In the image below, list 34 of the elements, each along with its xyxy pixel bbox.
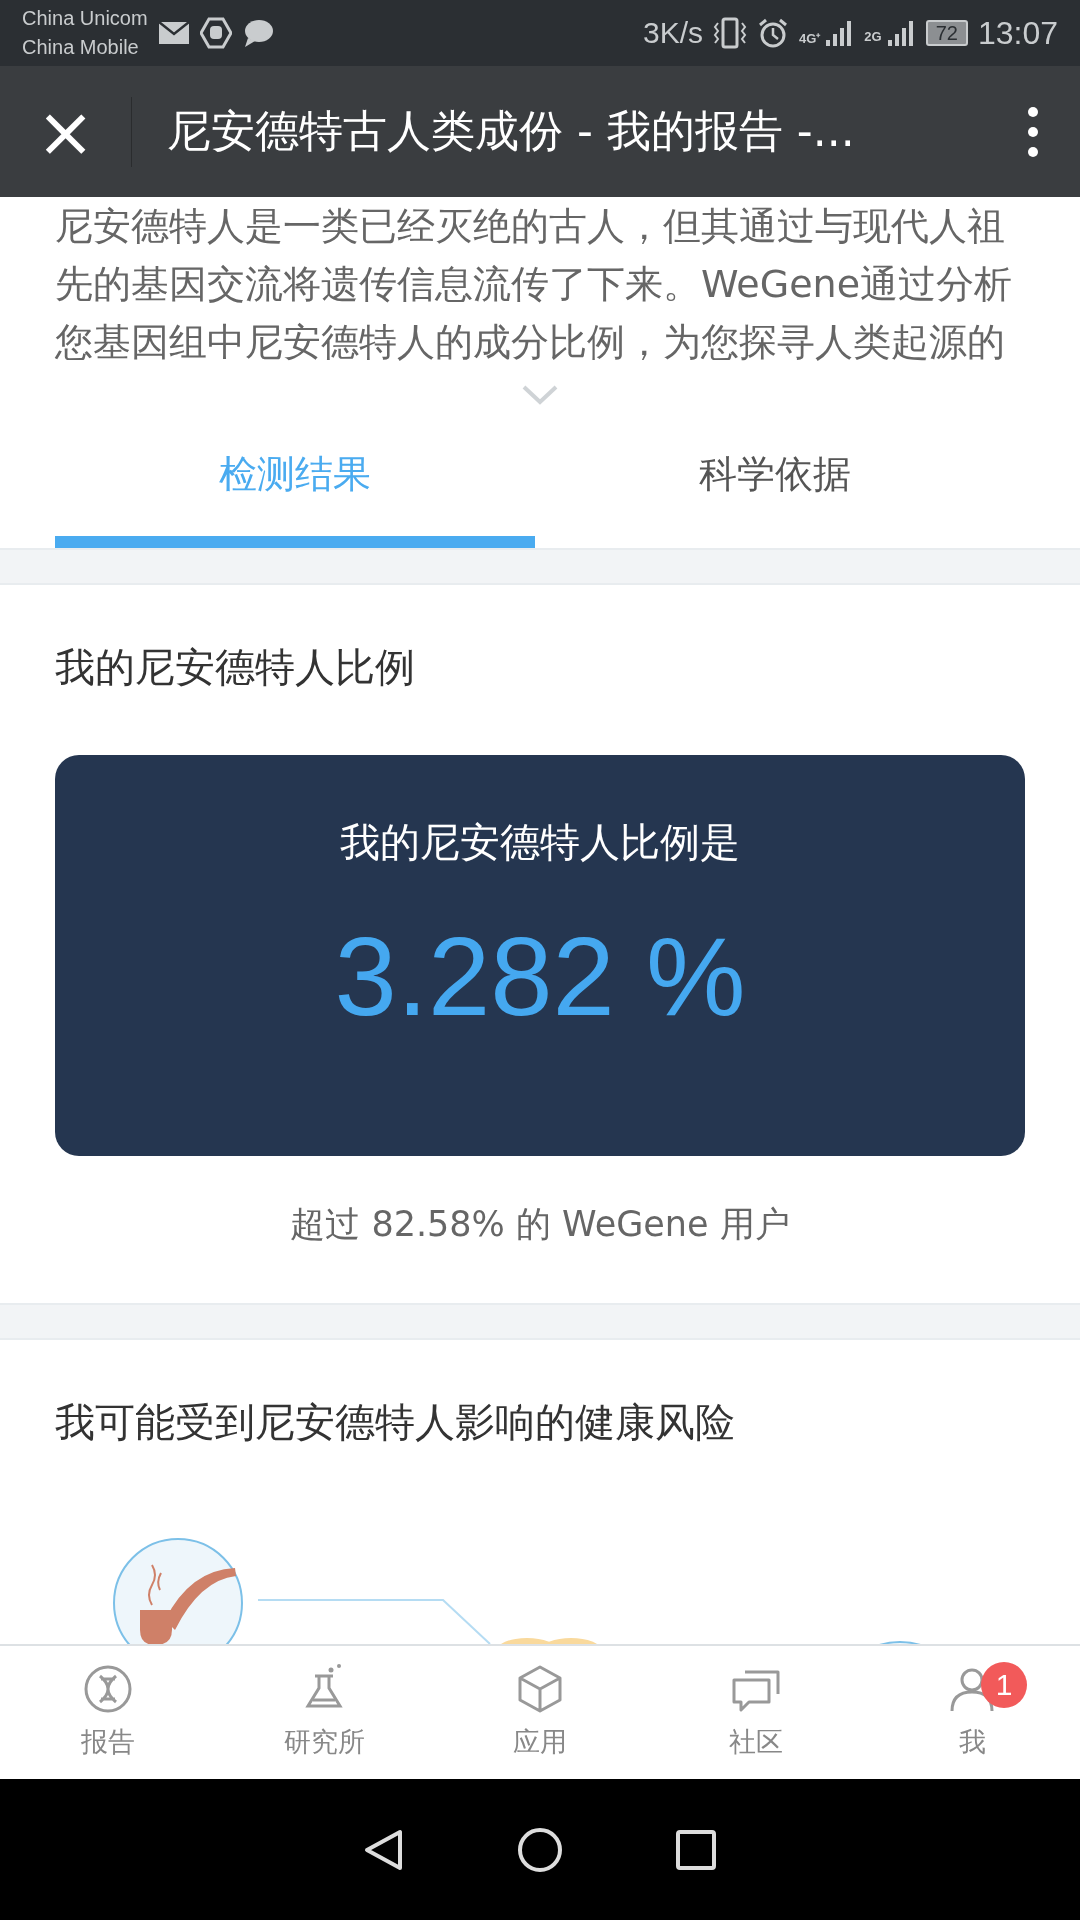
network-type: 2G: [864, 28, 882, 44]
nav-tab[interactable]: 我 1: [864, 1646, 1080, 1779]
dna-icon: [83, 1664, 133, 1714]
mail-icon: [157, 21, 190, 45]
clock-time: 13:07: [977, 14, 1058, 52]
signal-icon: [885, 18, 916, 48]
nav-label: 我: [958, 1725, 986, 1759]
alarm-icon: [757, 17, 789, 49]
nav-tab[interactable]: 报告: [0, 1646, 216, 1779]
percentage-value: 3.282 %: [334, 913, 746, 1041]
nav-tab[interactable]: 研究所: [216, 1646, 432, 1779]
close-button[interactable]: ×: [0, 96, 132, 167]
carrier-name: China Mobile: [22, 35, 140, 60]
battery-level: 72: [925, 20, 968, 46]
section-title: 我的尼安德特人比例: [55, 643, 416, 692]
nav-label: 研究所: [283, 1725, 365, 1759]
intro-paragraph: 尼安德特人是一类已经灭绝的古人，但其通过与现代人祖先的基因交流将遗传信息流传了下来。WeGene通过分析您基因组中尼安德特人的成分比例，为您探寻人类起源的: [55, 203, 1013, 366]
nav-label: 社区: [729, 1725, 783, 1759]
nav-label: 应用: [513, 1725, 567, 1759]
recents-icon[interactable]: [674, 1827, 718, 1872]
network-speed: 3K/s: [642, 16, 703, 50]
page-title: 尼安德特古人类成份 - 我的报告 -...: [166, 104, 856, 158]
tab[interactable]: 科学依据: [535, 413, 1015, 548]
carrier-name: China Unicom: [22, 6, 148, 31]
card-title: 我的尼安德特人比例是: [340, 818, 740, 867]
nav-tab[interactable]: 社区: [648, 1646, 864, 1779]
notification-badge: 1: [981, 1662, 1027, 1708]
nav-label: 报告: [81, 1725, 135, 1759]
comparison-text: 超过 82.58% 的 WeGene 用户: [289, 1203, 791, 1246]
nav-tab[interactable]: 应用: [432, 1646, 648, 1779]
network-type: 4G⁺: [799, 29, 821, 47]
home-icon[interactable]: [516, 1825, 564, 1874]
vibrate-icon: [713, 17, 747, 49]
section-title: 我可能受到尼安德特人影响的健康风险: [55, 1398, 736, 1447]
